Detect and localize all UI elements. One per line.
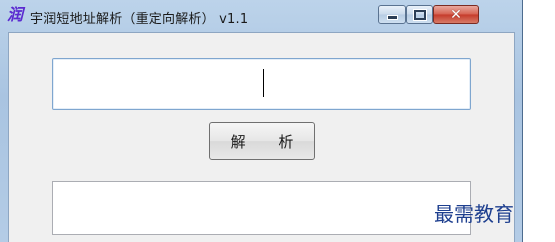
minimize-icon: [386, 15, 398, 20]
result-output[interactable]: [52, 181, 471, 235]
app-icon: 润: [6, 5, 23, 24]
window-title: 宇润短地址解析（重定向解析） v1.1: [30, 12, 249, 27]
maximize-button[interactable]: [406, 5, 433, 24]
minimize-button[interactable]: [378, 5, 406, 24]
text-caret: [263, 69, 264, 97]
maximize-icon: [412, 8, 427, 21]
short-url-input[interactable]: [52, 58, 471, 110]
close-icon: ✕: [450, 6, 462, 23]
title-bar[interactable]: 润 宇润短地址解析（重定向解析） v1.1 ✕: [0, 0, 523, 32]
watermark-text: 最需教育: [434, 202, 514, 226]
close-button[interactable]: ✕: [433, 5, 479, 24]
parse-button[interactable]: 解 析: [209, 122, 315, 160]
